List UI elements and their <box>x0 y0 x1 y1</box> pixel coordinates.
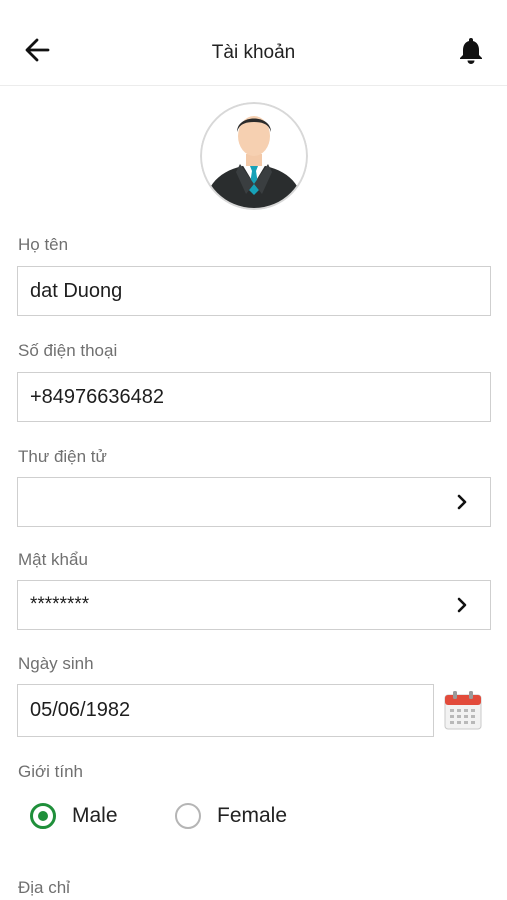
password-value: ******** <box>30 594 90 615</box>
email-field[interactable] <box>17 477 491 527</box>
phone-input[interactable] <box>30 385 490 409</box>
radio-unselected-icon <box>175 803 201 829</box>
birthday-label: Ngày sinh <box>18 654 94 673</box>
page-title: Tài khoản <box>211 42 296 63</box>
birthday-input[interactable] <box>30 699 433 722</box>
name-label: Họ tên <box>18 235 69 254</box>
password-field[interactable]: ******** <box>17 580 491 630</box>
phone-field[interactable] <box>17 372 491 422</box>
email-label: Thư điện tử <box>18 447 107 466</box>
chevron-right-icon <box>457 494 467 510</box>
radio-selected-icon <box>30 803 56 829</box>
password-label: Mật khẩu <box>18 550 88 569</box>
person-avatar-icon <box>200 102 308 210</box>
birthday-field[interactable] <box>17 684 434 737</box>
bell-icon <box>460 38 482 64</box>
gender-male-radio[interactable]: Male <box>30 803 118 829</box>
chevron-right-icon <box>457 597 467 613</box>
address-label: Địa chỉ <box>18 878 70 897</box>
gender-male-label: Male <box>72 804 118 827</box>
gender-female-label: Female <box>217 804 288 827</box>
notification-button[interactable] <box>455 34 487 66</box>
gender-label: Giới tính <box>18 762 84 781</box>
profile-avatar[interactable] <box>200 102 308 210</box>
calendar-button[interactable] <box>444 690 482 730</box>
calendar-icon <box>444 691 482 730</box>
gender-female-radio[interactable]: Female <box>175 803 287 829</box>
app-bar: Tài khoản <box>0 0 507 86</box>
name-input[interactable] <box>30 279 490 303</box>
phone-label: Số điện thoại <box>18 341 118 360</box>
name-field[interactable] <box>17 266 491 316</box>
